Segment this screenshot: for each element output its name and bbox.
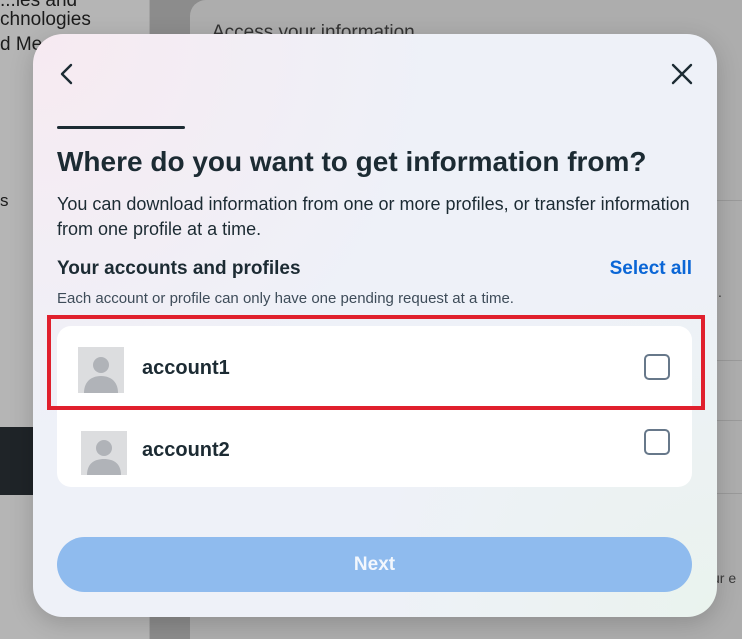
list-item-account1[interactable]: account1	[57, 326, 692, 406]
account2-checkbox[interactable]	[644, 429, 670, 455]
avatar	[81, 431, 127, 475]
background-panel-text: .	[718, 284, 722, 300]
avatar	[78, 347, 124, 393]
background-divider	[715, 420, 742, 421]
account-name: account2	[142, 439, 230, 461]
accounts-section-title: Your accounts and profiles	[57, 258, 301, 279]
account-list: account1 account2	[57, 326, 692, 487]
background-divider	[715, 200, 742, 201]
pending-request-note: Each account or profile can only have on…	[57, 290, 514, 307]
background-divider	[715, 360, 742, 361]
background-sidebar-text: s	[0, 191, 9, 210]
dialog-description: You can download information from one or…	[57, 194, 690, 239]
information-source-dialog: Where do you want to get information fro…	[33, 34, 717, 617]
account-name: account1	[142, 357, 230, 379]
close-button[interactable]	[664, 56, 700, 92]
next-button[interactable]: Next	[57, 537, 692, 592]
account1-checkbox[interactable]	[644, 354, 670, 380]
list-item-account2[interactable]: account2	[57, 407, 692, 487]
default-avatar-icon	[81, 431, 127, 475]
background-sidebar-text: chnologies	[0, 9, 91, 30]
back-button[interactable]	[50, 56, 86, 92]
chevron-left-icon	[60, 63, 73, 85]
dialog-title: Where do you want to get information fro…	[57, 146, 647, 177]
select-all-link[interactable]: Select all	[610, 257, 692, 281]
step-progress-bar	[57, 126, 185, 129]
close-icon	[671, 63, 693, 85]
default-avatar-icon	[78, 347, 124, 393]
background-divider	[715, 493, 742, 494]
